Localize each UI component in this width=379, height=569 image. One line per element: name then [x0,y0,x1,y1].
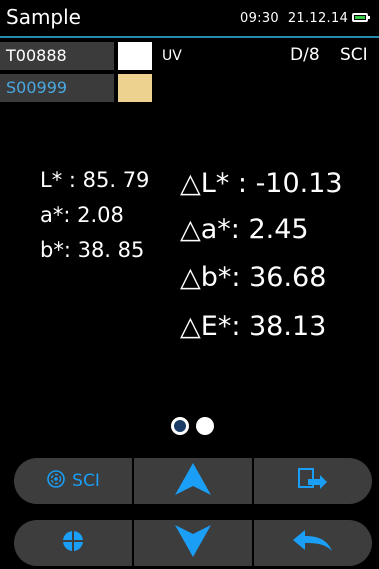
geometry-label: D/8 [290,45,320,65]
export-icon [298,467,328,495]
bottom-button-bar [14,520,372,566]
measure-mode-icon [46,469,66,493]
battery-icon [352,13,370,22]
sci-button-label: SCI [72,471,100,491]
uv-mode-label: UV [162,48,182,64]
page-title: Sample [6,5,81,29]
scroll-up-button[interactable] [134,458,252,504]
a-value: a*: 2.08 [40,203,124,227]
back-button[interactable] [254,520,372,566]
export-button[interactable] [254,458,372,504]
clock: 09:30 21.12.14 [240,11,348,26]
sample-swatch [118,74,152,102]
header-divider [0,36,379,38]
arrow-up-icon [175,463,211,499]
delta-e-value: △E*: 38.13 [180,311,327,342]
sci-mode-button[interactable]: SCI [14,458,132,504]
battery-fill [355,16,365,19]
l-value: L* : 85. 79 [40,168,150,192]
standard-swatch [118,42,152,70]
back-icon [293,530,333,556]
target-button[interactable] [14,520,132,566]
header-bar: Sample 09:30 21.12.14 [0,0,379,36]
page-dot-1[interactable] [171,417,189,435]
delta-l-value: △L* : -10.13 [180,168,343,199]
scroll-down-button[interactable] [134,520,252,566]
specular-mode-label: SCI [340,45,368,65]
top-button-bar: SCI [14,458,372,504]
delta-a-value: △a*: 2.45 [180,214,309,245]
b-value: b*: 38. 85 [40,238,145,262]
arrow-down-icon [175,525,211,561]
sample-id[interactable]: S00999 [0,74,114,102]
standard-id[interactable]: T00888 [0,42,114,70]
time-text: 09:30 [240,11,279,26]
page-dot-2[interactable] [196,417,214,435]
crosshair-icon [62,530,84,556]
delta-b-value: △b*: 36.68 [180,262,327,293]
date-text: 21.12.14 [287,11,349,26]
